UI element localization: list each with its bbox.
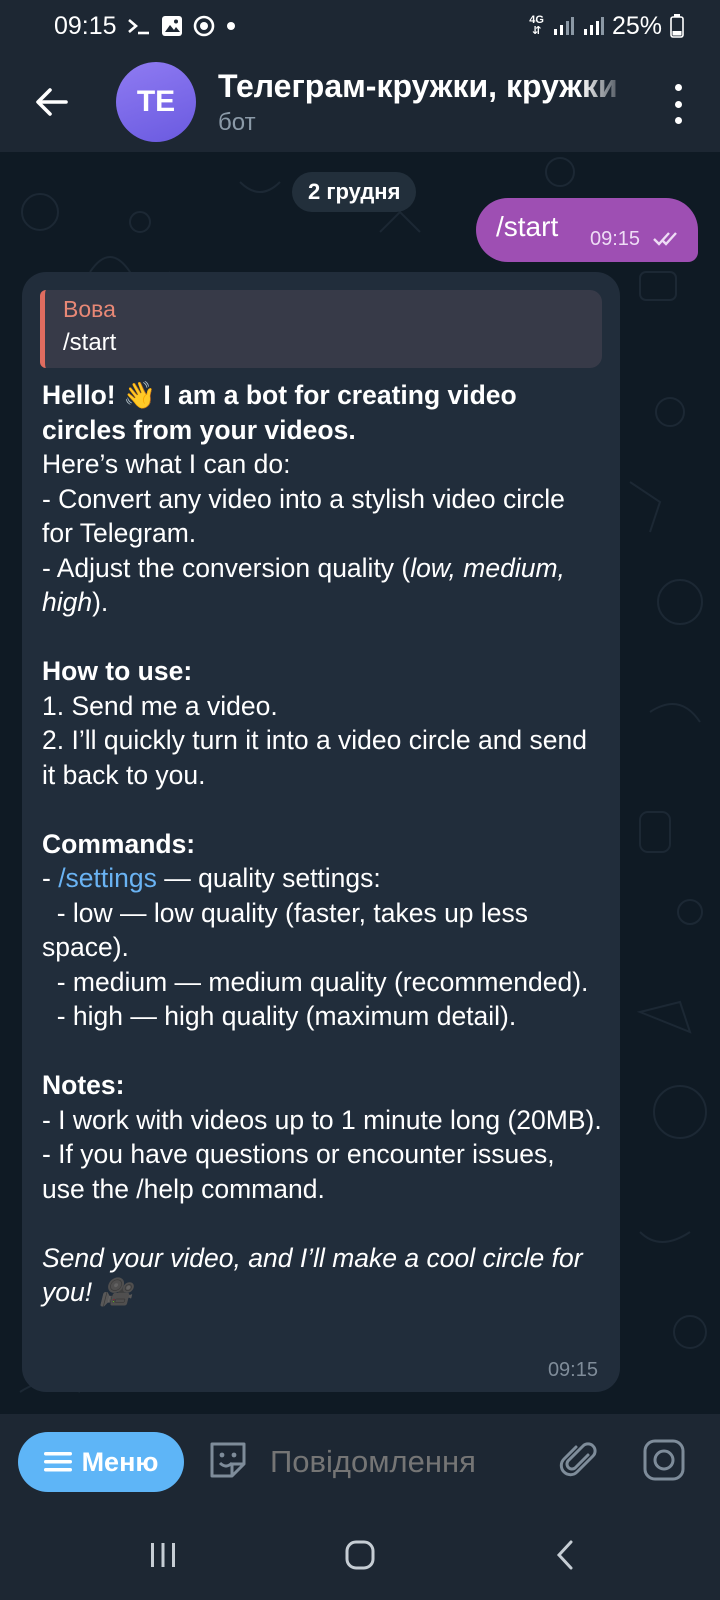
capabilities-label: Here’s what I can do: bbox=[42, 449, 291, 479]
network-indicator: 4G ⇵ bbox=[529, 14, 544, 37]
camera-icon bbox=[643, 1439, 685, 1480]
paperclip-icon bbox=[559, 1441, 597, 1476]
dot-icon bbox=[674, 100, 682, 108]
sticker-icon bbox=[210, 1442, 246, 1477]
section-heading: Notes: bbox=[42, 1070, 125, 1100]
sticker-button[interactable] bbox=[206, 1438, 250, 1487]
status-time: 09:15 bbox=[54, 11, 117, 40]
command-item: - /settings — quality settings: bbox=[42, 863, 381, 893]
recents-icon bbox=[151, 1543, 175, 1567]
record-icon bbox=[193, 15, 215, 37]
image-icon bbox=[161, 15, 183, 37]
dot-icon bbox=[225, 20, 237, 32]
reply-quote[interactable]: Вова /start bbox=[40, 290, 602, 368]
reply-text: /start bbox=[63, 329, 117, 356]
video-message-button[interactable] bbox=[642, 1438, 686, 1487]
arrow-left-icon bbox=[36, 88, 68, 116]
signal-icon bbox=[582, 15, 604, 37]
outro-text: Send your video, and I’ll make a cool ci… bbox=[42, 1242, 590, 1308]
system-nav-bar bbox=[0, 1510, 720, 1600]
attach-button[interactable] bbox=[558, 1439, 600, 1486]
chat-subtitle: бот bbox=[218, 108, 256, 136]
quality-item: - medium — medium quality (recommended). bbox=[42, 966, 589, 997]
message-time: 09:15 bbox=[590, 228, 641, 250]
capability-item: - Adjust the conversion quality (low, me… bbox=[42, 552, 573, 618]
home-button[interactable] bbox=[337, 1532, 383, 1578]
nav-back-button[interactable] bbox=[542, 1532, 588, 1578]
message-input[interactable] bbox=[270, 1444, 540, 1480]
section-heading: How to use: bbox=[42, 656, 193, 686]
battery-percent: 25% bbox=[611, 11, 662, 40]
back-button[interactable] bbox=[0, 52, 104, 152]
status-bar: 09:15 4G ⇵ 25% bbox=[0, 0, 720, 52]
avatar-initials: TE bbox=[136, 85, 176, 118]
message-text: /start bbox=[496, 211, 559, 242]
dot-icon bbox=[674, 117, 682, 124]
terminal-icon bbox=[127, 16, 151, 36]
chat-info[interactable]: Телеграм-кружки, кружки бот bbox=[218, 68, 630, 137]
step-item: 2. I’ll quickly turn it into a video cir… bbox=[42, 725, 595, 790]
note-item: - I work with videos up to 1 minute long… bbox=[42, 1104, 602, 1135]
more-options-button[interactable] bbox=[672, 84, 684, 124]
reply-author: Вова bbox=[63, 296, 116, 322]
avatar[interactable]: TE bbox=[116, 62, 196, 142]
double-check-icon bbox=[653, 232, 677, 246]
message-body: Hello! 👋 I am a bot for creating video c… bbox=[42, 378, 602, 1310]
battery-icon bbox=[670, 14, 684, 38]
incoming-message[interactable]: Вова /start Hello! 👋 I am a bot for crea… bbox=[22, 272, 620, 1392]
hamburger-icon bbox=[43, 1452, 72, 1472]
signal-icon bbox=[552, 15, 574, 37]
capability-item: - Convert any video into a stylish video… bbox=[42, 483, 573, 549]
intro-heading: Hello! 👋 I am a bot for creating video c… bbox=[42, 380, 525, 445]
chat-title: Телеграм-кружки, кружки bbox=[218, 67, 618, 104]
home-icon bbox=[345, 1540, 375, 1570]
bot-menu-button[interactable]: Меню bbox=[18, 1432, 184, 1492]
quality-item: - high — high quality (maximum detail). bbox=[42, 1001, 517, 1031]
recents-button[interactable] bbox=[140, 1532, 186, 1578]
back-icon bbox=[556, 1540, 573, 1570]
chat-area[interactable]: 2 грудня /start 09:15 Вова /start Hello!… bbox=[0, 152, 720, 1414]
step-item: 1. Send me a video. bbox=[42, 690, 278, 721]
settings-command-link[interactable]: /settings bbox=[58, 863, 157, 893]
message-time: 09:15 bbox=[547, 1359, 598, 1381]
quality-item: - low — low quality (faster, takes up le… bbox=[42, 897, 536, 963]
date-separator: 2 грудня bbox=[292, 172, 417, 212]
outgoing-message[interactable]: /start 09:15 bbox=[476, 198, 698, 262]
section-heading: Commands: bbox=[42, 828, 196, 859]
note-item: - If you have questions or encounter iss… bbox=[42, 1139, 562, 1204]
menu-label: Меню bbox=[81, 1446, 159, 1477]
chat-header: TE Телеграм-кружки, кружки бот bbox=[0, 52, 720, 152]
composer-bar: Меню bbox=[0, 1414, 720, 1510]
dot-icon bbox=[674, 84, 682, 91]
